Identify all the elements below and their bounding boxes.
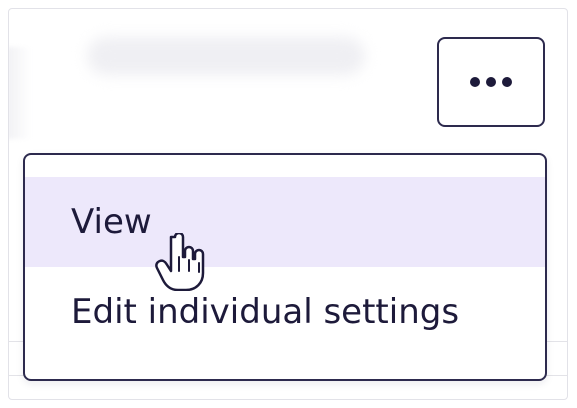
menu-item-view[interactable]: View	[25, 177, 545, 267]
dot-icon	[486, 77, 496, 87]
blurred-title	[87, 37, 365, 75]
more-horizontal-icon	[470, 77, 512, 87]
dot-icon	[470, 77, 480, 87]
menu-item-label: Edit individual settings	[71, 292, 460, 332]
menu-item-label: View	[71, 202, 152, 242]
menu-item-edit-individual-settings[interactable]: Edit individual settings	[25, 267, 545, 357]
dot-icon	[502, 77, 512, 87]
actions-dropdown-menu: View Edit individual settings	[23, 153, 547, 381]
background-edge	[9, 47, 31, 139]
more-actions-button[interactable]	[437, 37, 545, 127]
